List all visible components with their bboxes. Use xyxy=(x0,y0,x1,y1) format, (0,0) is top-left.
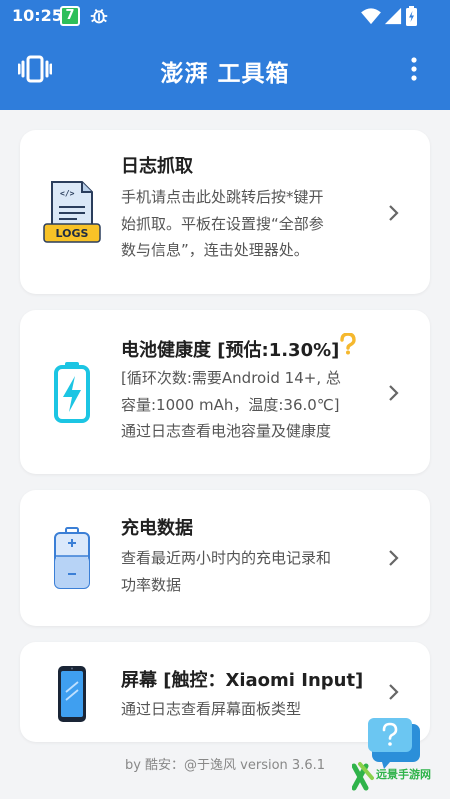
card-description: 通过日志查看屏幕面板类型 xyxy=(121,700,302,718)
status-time: 10:25 xyxy=(12,6,63,25)
app-title: 澎湃 工具箱 xyxy=(160,61,290,87)
status-bar: 10:25 7 xyxy=(0,0,450,32)
logs-icon-label: LOGS xyxy=(56,227,89,240)
chevron-right-icon xyxy=(389,385,399,401)
card-title: 充电数据 xyxy=(121,518,193,539)
log-capture-card[interactable]: </> LOGS 日志抓取 手机请点击此处跳转后按*键开 始抓取。平板在设置搜“… xyxy=(20,130,430,294)
logs-file-icon: </> LOGS xyxy=(43,181,101,243)
card-description: 手机请点击此处跳转后按*键开 始抓取。平板在设置搜“全部参 数与信息”，连击处理… xyxy=(121,188,324,259)
watermark-text: 远景手游网 xyxy=(376,768,431,781)
question-mark-icon[interactable] xyxy=(339,332,357,355)
wifi-icon xyxy=(361,8,381,25)
battery-health-title: 电池健康度 [预估:1.30%] xyxy=(121,340,340,361)
more-options-icon[interactable] xyxy=(404,54,424,84)
logs-code-label: </> xyxy=(60,189,75,198)
battery-health-card[interactable]: 电池健康度 [预估:1.30%] [循环次数:需要Android 14+, 总 … xyxy=(20,310,430,474)
chevron-right-icon xyxy=(389,205,399,221)
card-description: 查看最近两小时内的充电记录和 功率数据 xyxy=(121,549,332,594)
battery-charging-icon xyxy=(406,6,417,26)
bug-icon xyxy=(90,8,108,24)
toolbar: 澎湃 工具箱 xyxy=(0,32,450,110)
chevron-right-icon xyxy=(389,550,399,566)
charging-data-card[interactable]: 充电数据 查看最近两小时内的充电记录和 功率数据 xyxy=(20,490,430,626)
card-title: 日志抓取 xyxy=(121,156,193,177)
smartphone-icon xyxy=(58,666,86,722)
signal-icon xyxy=(384,7,402,25)
app-root: 10:25 7 澎湃 工具箱 </> LOGS 日志抓取 手机请点击此处跳转后按… xyxy=(0,0,450,799)
battery-charging-icon xyxy=(54,362,90,423)
chevron-right-icon xyxy=(389,684,399,700)
notification-app-icon: 7 xyxy=(60,6,80,26)
card-description: [循环次数:需要Android 14+, 总 容量:1000 mAh，温度:36… xyxy=(121,369,341,440)
app-header: 10:25 7 澎湃 工具箱 xyxy=(0,0,450,110)
battery-level-icon xyxy=(54,527,90,589)
card-title: 屏幕 [触控：Xiaomi Input] xyxy=(121,670,364,691)
card-title: 电池健康度 [预估:1.30%] xyxy=(121,332,357,362)
